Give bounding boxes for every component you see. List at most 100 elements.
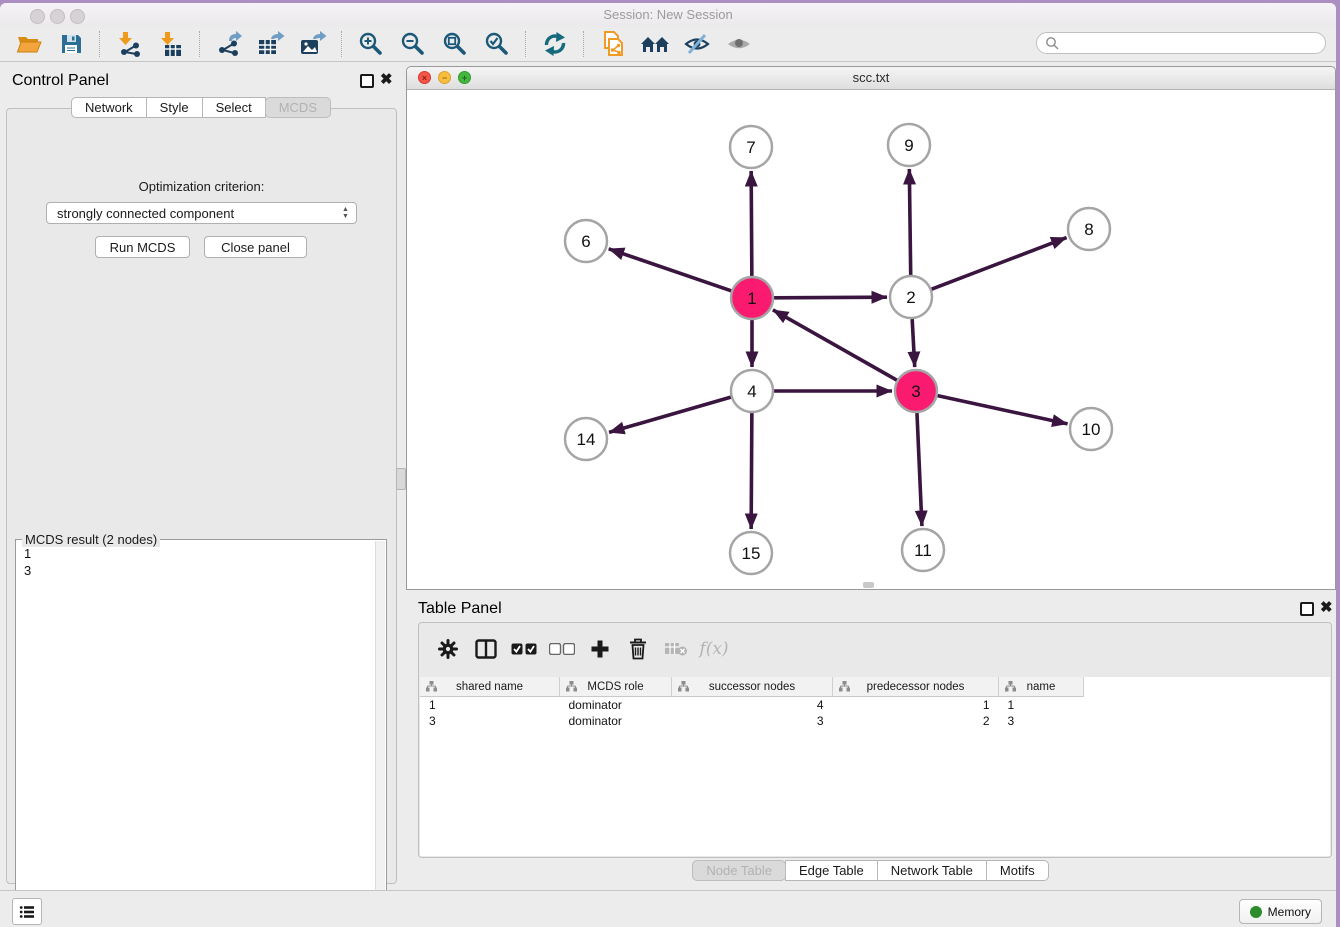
- network-window-titlebar[interactable]: × − + scc.txt: [407, 67, 1335, 90]
- graph-edge-4-15[interactable]: [751, 413, 752, 529]
- search-input[interactable]: [1059, 35, 1325, 52]
- table-cell-filler: [1084, 697, 1331, 714]
- run-mcds-button[interactable]: Run MCDS: [95, 236, 190, 258]
- show-columns-icon[interactable]: [467, 634, 505, 664]
- memory-button[interactable]: Memory: [1239, 899, 1322, 924]
- panel-splitter-handle[interactable]: [396, 468, 406, 490]
- zoom-fit-icon[interactable]: [438, 29, 472, 59]
- tab-style[interactable]: Style: [146, 97, 203, 118]
- create-column-icon[interactable]: [581, 634, 619, 664]
- tab-motifs[interactable]: Motifs: [986, 860, 1049, 881]
- table-settings-gear-icon[interactable]: [429, 634, 467, 664]
- zoom-window-light[interactable]: [70, 9, 85, 24]
- mcds-panel-body: Optimization criterion: strongly connect…: [6, 108, 397, 884]
- close-view-icon[interactable]: ×: [418, 71, 431, 84]
- close-window-light[interactable]: [30, 9, 45, 24]
- table-cell-shared_name[interactable]: 3: [420, 713, 560, 729]
- import-network-icon[interactable]: [112, 29, 146, 59]
- column-header-predecessor_nodes[interactable]: predecessor nodes: [833, 677, 999, 697]
- table-cell-name[interactable]: 3: [999, 713, 1084, 729]
- maximize-view-icon[interactable]: +: [458, 71, 471, 84]
- zoom-out-icon[interactable]: [396, 29, 430, 59]
- network-view-title: scc.txt: [407, 67, 1335, 89]
- function-builder-icon[interactable]: f(x): [695, 634, 733, 664]
- hide-selected-icon[interactable]: [680, 29, 714, 59]
- column-header-shared_name[interactable]: shared name: [420, 677, 560, 697]
- minimize-window-light[interactable]: [50, 9, 65, 24]
- table-toolbar: f(x): [429, 631, 733, 667]
- table-row[interactable]: 1dominator411: [420, 697, 1330, 714]
- tab-network[interactable]: Network: [71, 97, 147, 118]
- table-cell-successor_nodes[interactable]: 4: [672, 697, 833, 714]
- first-neighbors-icon[interactable]: [638, 29, 672, 59]
- toolbar-separator: [583, 31, 585, 57]
- graph-node-label-9: 9: [904, 136, 913, 155]
- tab-mcds[interactable]: MCDS: [265, 97, 331, 118]
- tab-node-table[interactable]: Node Table: [692, 860, 786, 881]
- select-stepper-icon: ▲▼: [339, 205, 352, 221]
- result-scrollbar[interactable]: [375, 541, 385, 917]
- tab-network-table[interactable]: Network Table: [877, 860, 987, 881]
- minimize-view-icon[interactable]: −: [438, 71, 451, 84]
- task-history-button[interactable]: [12, 898, 42, 925]
- graph-edge-1-7[interactable]: [751, 171, 752, 276]
- table-row[interactable]: 3dominator323: [420, 713, 1330, 729]
- open-session-icon[interactable]: [12, 29, 46, 59]
- close-table-panel-icon[interactable]: ✖: [1320, 602, 1332, 614]
- node-table-area: shared nameMCDS rolesuccessor nodesprede…: [420, 677, 1330, 856]
- window-title: Session: New Session: [0, 3, 1336, 27]
- graph-edge-3-1[interactable]: [773, 310, 897, 380]
- column-header-name[interactable]: name: [999, 677, 1084, 697]
- export-network-icon[interactable]: [212, 29, 246, 59]
- table-cell-name[interactable]: 1: [999, 697, 1084, 714]
- close-panel-icon[interactable]: ✖: [380, 74, 392, 86]
- optimization-criterion-label: Optimization criterion:: [7, 179, 396, 194]
- criterion-select[interactable]: strongly connected component ▲▼: [46, 202, 357, 224]
- tab-select[interactable]: Select: [202, 97, 266, 118]
- select-all-columns-icon[interactable]: [505, 634, 543, 664]
- float-table-panel-icon[interactable]: [1300, 602, 1312, 614]
- new-network-from-selection-icon[interactable]: [596, 29, 630, 59]
- zoom-in-icon[interactable]: [354, 29, 388, 59]
- table-cell-mcds_role[interactable]: dominator: [560, 713, 672, 729]
- import-table-icon[interactable]: [154, 29, 188, 59]
- column-header-mcds_role[interactable]: MCDS role: [560, 677, 672, 697]
- graph-edge-3-10[interactable]: [937, 396, 1067, 424]
- node-table: shared nameMCDS rolesuccessor nodesprede…: [420, 677, 1330, 729]
- table-panel-body: f(x) shared nameMCDS rolesuccessor nodes…: [418, 622, 1332, 858]
- float-panel-icon[interactable]: [360, 74, 372, 86]
- close-panel-button[interactable]: Close panel: [204, 236, 307, 258]
- graph-edge-2-3[interactable]: [912, 319, 915, 367]
- main-toolbar: [0, 27, 1336, 62]
- graph-edge-2-8[interactable]: [932, 238, 1067, 290]
- apply-layout-icon[interactable]: [538, 29, 572, 59]
- toolbar-separator: [99, 31, 101, 57]
- table-cell-mcds_role[interactable]: dominator: [560, 697, 672, 714]
- graph-edge-4-14[interactable]: [609, 397, 731, 432]
- tab-edge-table[interactable]: Edge Table: [785, 860, 878, 881]
- export-table-icon[interactable]: [254, 29, 288, 59]
- table-tabs: Node TableEdge TableNetwork TableMotifs: [406, 860, 1336, 881]
- search-field[interactable]: [1036, 32, 1326, 54]
- delete-table-icon[interactable]: [657, 634, 695, 664]
- delete-columns-icon[interactable]: [619, 634, 657, 664]
- table-panel: Table Panel ✖ f(x): [406, 596, 1336, 888]
- graph-edge-2-9[interactable]: [909, 169, 910, 275]
- graph-edge-1-2[interactable]: [774, 297, 887, 298]
- export-image-icon[interactable]: [296, 29, 330, 59]
- column-header-filler: [1084, 677, 1331, 697]
- deselect-all-columns-icon[interactable]: [543, 634, 581, 664]
- zoom-selected-icon[interactable]: [480, 29, 514, 59]
- show-all-icon[interactable]: [722, 29, 756, 59]
- graph-node-label-10: 10: [1082, 420, 1101, 439]
- network-graph[interactable]: 7968124314101511: [407, 89, 1335, 589]
- graph-edge-1-6[interactable]: [609, 249, 731, 291]
- table-cell-successor_nodes[interactable]: 3: [672, 713, 833, 729]
- graph-edge-3-11[interactable]: [917, 413, 922, 526]
- view-resize-grip[interactable]: [863, 582, 874, 588]
- table-cell-predecessor_nodes[interactable]: 1: [833, 697, 999, 714]
- table-cell-shared_name[interactable]: 1: [420, 697, 560, 714]
- column-header-successor_nodes[interactable]: successor nodes: [672, 677, 833, 697]
- save-session-icon[interactable]: [54, 29, 88, 59]
- table-cell-predecessor_nodes[interactable]: 2: [833, 713, 999, 729]
